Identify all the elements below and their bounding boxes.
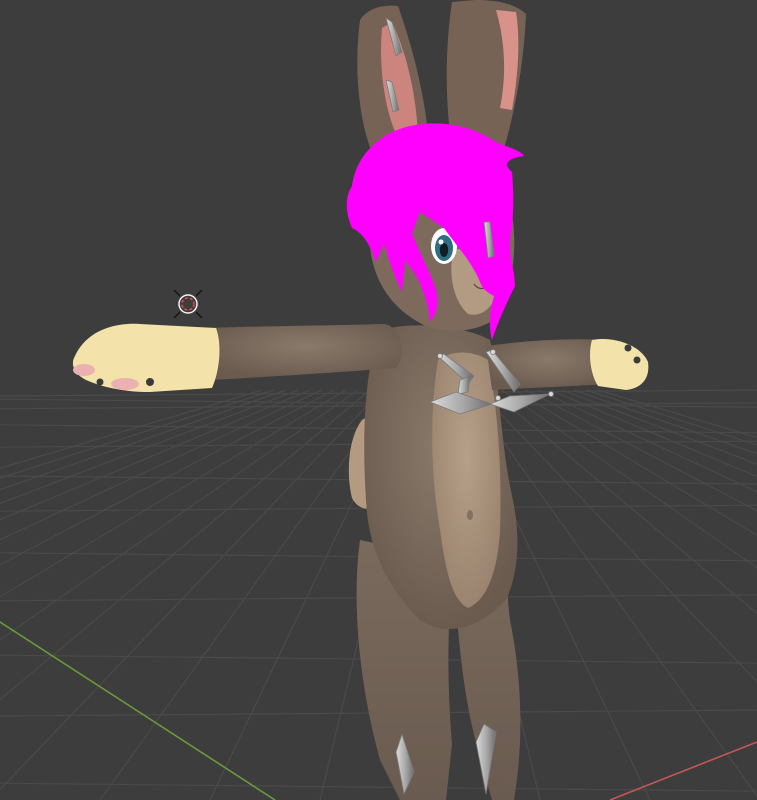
navel: [467, 510, 473, 520]
grid-line: [0, 389, 263, 469]
right-paw[interactable]: [590, 338, 649, 390]
left-paw-pad: [111, 378, 139, 390]
bone-joint[interactable]: [495, 395, 501, 401]
viewport-canvas[interactable]: [0, 0, 757, 800]
grid-line: [0, 389, 347, 598]
3d-viewport[interactable]: [0, 0, 757, 800]
grid-line: [0, 389, 311, 521]
character-model[interactable]: [72, 0, 649, 800]
y-axis-line: [0, 621, 276, 800]
grid-line: [99, 389, 395, 800]
grid-line: [0, 389, 335, 566]
light-icon[interactable]: [173, 289, 203, 319]
left-paw-pad: [73, 364, 95, 376]
left-paw-claw: [146, 378, 154, 386]
left-paw[interactable]: [72, 323, 220, 392]
bone-joint[interactable]: [548, 391, 554, 397]
right-paw-claw: [633, 356, 641, 364]
bone-joint[interactable]: [437, 353, 443, 359]
grid-line: [0, 389, 299, 504]
bone-joint[interactable]: [490, 349, 496, 355]
left-paw-claw: [96, 378, 104, 386]
right-paw-claw: [624, 344, 632, 352]
